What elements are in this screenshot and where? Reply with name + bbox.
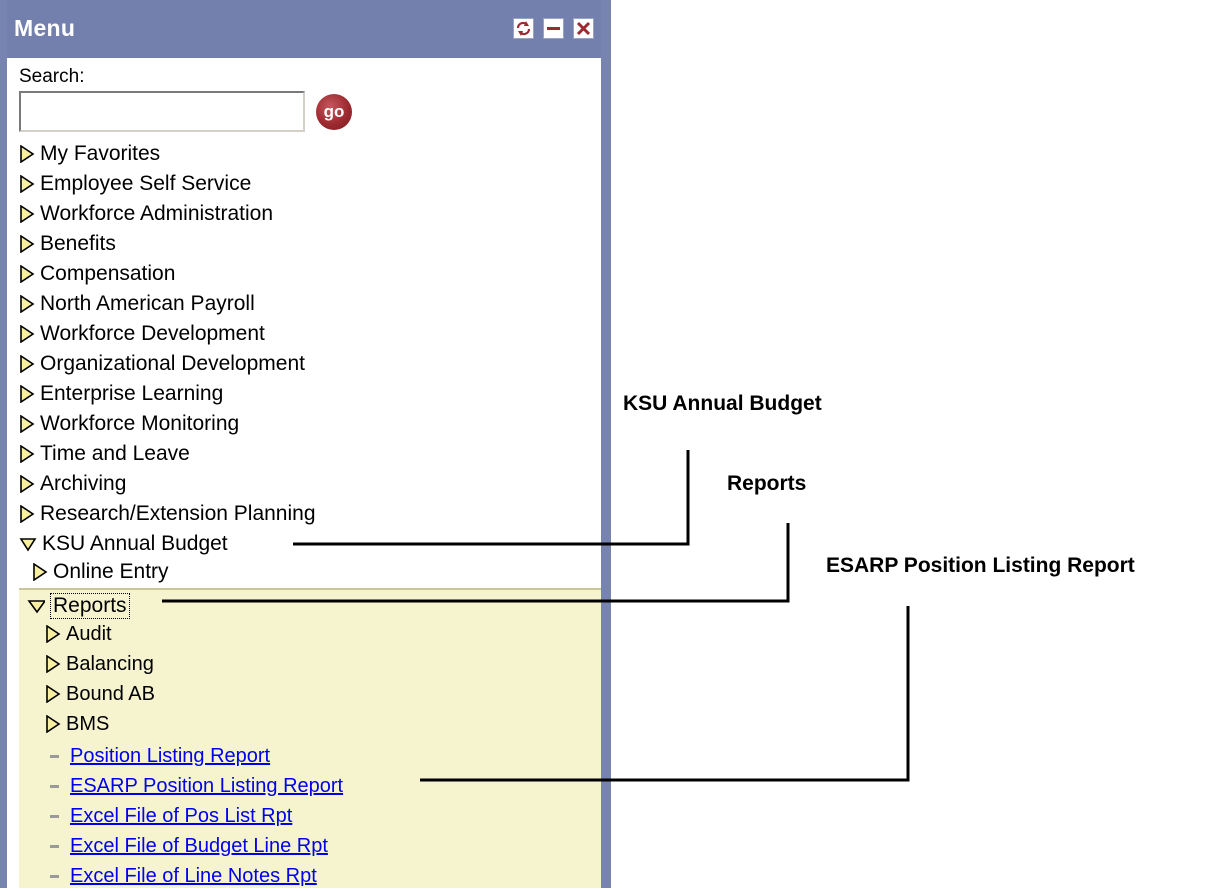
connector-reports xyxy=(162,523,790,603)
connector-esarp xyxy=(420,606,910,782)
callout-connectors xyxy=(162,450,910,782)
connector-budget xyxy=(293,450,690,546)
